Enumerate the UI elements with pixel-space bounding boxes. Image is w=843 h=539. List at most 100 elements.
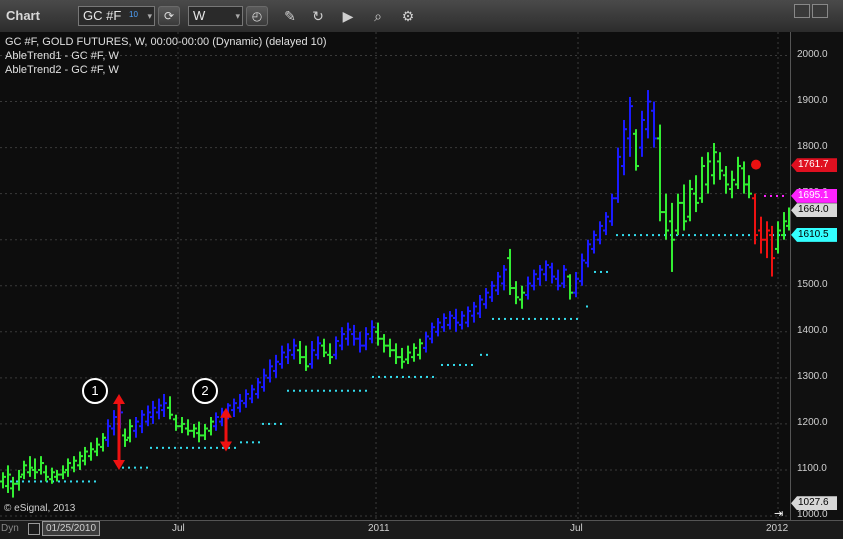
price-bar [717,152,723,180]
price-bar [769,225,775,277]
price-bar [711,143,717,185]
price-bar [369,320,375,344]
price-bar [441,313,447,332]
pencil-icon[interactable]: ✎ [280,6,300,26]
stop-dot [534,317,536,320]
stop-dot [341,389,343,392]
calendar-icon[interactable] [28,523,40,535]
price-bar [681,184,687,231]
scroll-to-end-icon[interactable]: ⇥ [774,507,783,520]
stop-dot [150,446,152,449]
symbol-value: GC #F [83,8,122,23]
restore-button[interactable] [794,4,810,18]
play-icon[interactable]: ▶ [338,6,358,26]
price-bar [741,161,747,194]
settings-icon[interactable]: ⚙ [398,6,418,26]
stop-dot [16,480,18,483]
price-bar [327,343,333,365]
start-date[interactable]: 01/25/2010 [42,521,101,536]
chevron-down-icon: ▾ [235,11,240,21]
chart-window: Chart GC #F 10 ▾ ⟳ W ▾ ◴ ✎ ↻ ▶ ⌕ ⚙ GC #F… [0,0,843,539]
time-axis[interactable]: Dyn 01/25/2010 Jul 2011 Jul 2012 ⇥ [0,508,843,539]
symbol-input[interactable]: GC #F 10 ▾ [78,6,155,26]
stop-dot [570,317,572,320]
price-bar [94,437,100,457]
price-bar [261,368,267,392]
price-bar [567,274,573,300]
stop-dot [156,446,158,449]
stop-line [594,270,608,273]
price-bar [531,269,537,291]
stop-dot [606,270,608,273]
toolbar: Chart GC #F 10 ▾ ⟳ W ▾ ◴ ✎ ↻ ▶ ⌕ ⚙ [0,0,843,33]
price-bar [687,179,693,222]
refresh-icon[interactable]: ↻ [308,6,328,26]
plot-area[interactable]: GC #F, GOLD FUTURES, W, 00:00-00:00 (Dyn… [0,32,790,520]
stop-dot [40,480,42,483]
price-label: 1100.0 [797,462,827,474]
price-bar [363,327,369,351]
interval-input[interactable]: W ▾ [188,6,243,26]
stop-dot [58,480,60,483]
stop-dot [688,234,690,237]
stop-dot [274,422,276,425]
stop-dot [742,234,744,237]
stop-dot [246,441,248,444]
stop-dot [459,363,461,366]
price-bar [579,253,585,286]
arrow-head-down [220,441,232,452]
price-bar [27,456,33,477]
price-bar [561,265,567,289]
price-bar [519,285,525,309]
price-bar [495,271,501,295]
stop-dot [146,466,148,469]
price-bar [447,311,453,330]
stop-dot [486,353,488,356]
stop-dot [600,270,602,273]
stop-dot [216,446,218,449]
stop-line [122,466,148,469]
time-label: 2012 [766,523,789,534]
price-label: 1000.0 [797,509,828,520]
stop-dot [70,480,72,483]
stop-dot [323,389,325,392]
price-bar [273,354,279,378]
stop-dot [426,375,428,378]
price-bar [669,202,675,272]
price-bar [549,262,555,284]
price-bar [127,419,133,443]
price-axis[interactable]: 2000.01900.01800.01700.01600.01500.01400… [790,32,843,520]
stop-dot [516,317,518,320]
stop-dot [504,317,506,320]
stop-dot [540,317,542,320]
price-bar [459,311,465,330]
stop-line [586,305,588,308]
price-bar [693,175,699,213]
price-bar [483,288,489,309]
stop-dot [730,234,732,237]
price-tag: 1027.6 [791,496,837,511]
stop-dot [706,234,708,237]
stop-dot [402,375,404,378]
stop-dot [396,375,398,378]
stop-dot [293,389,295,392]
stop-dot [776,194,778,197]
stop-dot [94,480,96,483]
stop-dot [480,353,482,356]
search-icon[interactable]: ⌕ [368,6,388,26]
close-button[interactable] [812,4,828,18]
stop-dot [180,446,182,449]
price-bar [417,338,423,360]
stop-dot [210,446,212,449]
stop-dot [471,363,473,366]
link-icon[interactable]: ⟳ [158,6,180,26]
stop-dot [408,375,410,378]
price-label: 2000.0 [797,48,828,60]
time-label: 2011 [368,523,390,534]
stop-dot [770,194,772,197]
stop-dot [134,466,136,469]
clock-icon[interactable]: ◴ [246,6,268,26]
stop-dot [546,317,548,320]
price-bar [393,343,399,365]
price-bar [351,324,357,346]
